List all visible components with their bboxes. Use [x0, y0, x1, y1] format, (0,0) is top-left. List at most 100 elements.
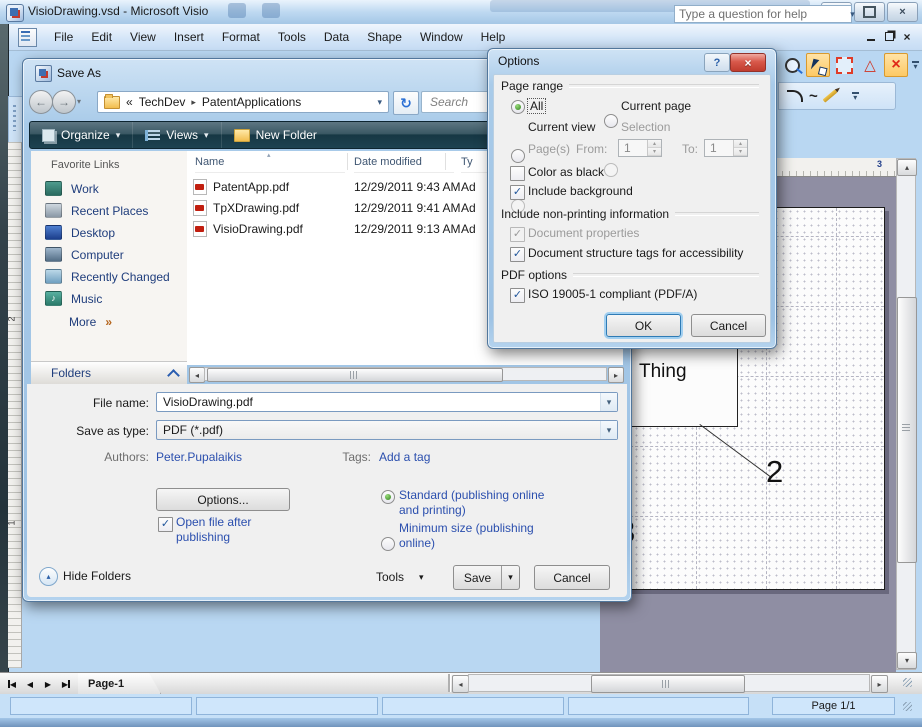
last-page-button[interactable]: ▶ [57, 675, 75, 693]
menu-window[interactable]: Window [411, 27, 472, 47]
cancel-button[interactable]: Cancel [534, 565, 610, 590]
include-background-checkbox[interactable]: ✓ [510, 185, 525, 200]
current-view-radio[interactable] [511, 149, 525, 163]
minimum-size-radio[interactable] [381, 537, 395, 551]
back-button[interactable]: ← [29, 90, 53, 114]
first-page-button[interactable]: ◀ [3, 675, 21, 693]
current-page-radio-label[interactable]: Current page [621, 99, 691, 113]
all-radio[interactable] [511, 100, 525, 114]
open-file-after-label[interactable]: Open file after publishing [176, 515, 288, 545]
hide-folders-button[interactable]: ▴ [39, 567, 58, 586]
open-file-after-checkbox[interactable]: ✓ [158, 517, 173, 532]
current-view-radio-label[interactable]: Current view [528, 120, 595, 134]
close-button[interactable]: × [887, 2, 918, 22]
refresh-button[interactable]: ↻ [393, 91, 419, 115]
sidebar-item-computer[interactable]: Computer [45, 247, 124, 262]
chevron-down-icon[interactable]: ▾ [600, 421, 617, 439]
hscroll-left-button[interactable]: ◂ [452, 675, 469, 693]
folders-expander[interactable]: Folders [31, 361, 187, 384]
breadcrumb-patentapplications[interactable]: PatentApplications [202, 95, 301, 109]
callout-number-2[interactable]: 2 [766, 456, 783, 487]
organize-button[interactable]: Organize ▾ [30, 122, 132, 148]
toolbar-overflow-button[interactable]: ▾ [910, 61, 921, 69]
menu-edit[interactable]: Edit [82, 27, 121, 47]
pencil-tool-icon[interactable] [822, 89, 837, 102]
menu-help[interactable]: Help [472, 27, 515, 47]
iso-compliant-checkbox[interactable]: ✓ [510, 288, 525, 303]
standard-radio-label[interactable]: Standard (publishing online and printing… [399, 488, 557, 518]
previous-page-button[interactable]: ◀ [21, 675, 39, 693]
sidebar-item-music[interactable]: ♪ Music [45, 291, 102, 306]
ok-button[interactable]: OK [606, 314, 681, 337]
toolbar-overflow-button[interactable]: ▾ [850, 92, 861, 100]
forward-button[interactable]: → [52, 90, 76, 114]
help-question-input[interactable]: Type a question for help [674, 5, 852, 23]
horizontal-scrollbar[interactable] [468, 674, 870, 692]
menu-file[interactable]: File [45, 27, 82, 47]
doc-minimize-button[interactable] [862, 29, 880, 44]
list-scroll-left-button[interactable]: ◂ [189, 367, 205, 383]
save-as-type-select[interactable]: PDF (*.pdf) ▾ [156, 420, 618, 440]
menu-format[interactable]: Format [213, 27, 269, 47]
sidebar-item-recent-places[interactable]: Recent Places [45, 203, 148, 218]
hide-folders-label[interactable]: Hide Folders [63, 569, 131, 583]
doc-close-button[interactable]: × [898, 29, 916, 44]
sidebar-item-work[interactable]: Work [45, 181, 99, 196]
minimum-size-radio-label[interactable]: Minimum size (publishing online) [399, 521, 557, 551]
vertical-scroll-thumb[interactable] [897, 297, 917, 563]
cancel-button[interactable]: Cancel [691, 314, 766, 337]
menu-tools[interactable]: Tools [269, 27, 315, 47]
scroll-up-button[interactable]: ▴ [897, 159, 917, 176]
chevron-down-icon[interactable]: ▾ [419, 572, 424, 583]
sidebar-more-link[interactable]: More » [69, 315, 112, 329]
document-structure-label[interactable]: Document structure tags for accessibilit… [528, 246, 743, 260]
chevron-down-icon[interactable]: ▾ [377, 97, 382, 108]
color-as-black-label[interactable]: Color as black [528, 165, 604, 179]
zoom-tool-button[interactable] [780, 53, 804, 77]
authors-value[interactable]: Peter.Pupalaikis [156, 450, 242, 464]
new-folder-button[interactable]: New Folder [221, 122, 329, 148]
list-scroll-thumb[interactable] [207, 368, 503, 382]
resize-grip[interactable] [903, 702, 912, 711]
page-tab[interactable]: Page-1 [78, 673, 161, 694]
resize-grip[interactable] [903, 678, 912, 687]
triangle-tool-button[interactable]: △ [858, 53, 882, 77]
column-header-name[interactable]: Name [195, 151, 345, 173]
file-name-input[interactable]: VisioDrawing.pdf ▾ [156, 392, 618, 412]
freeform-tool-icon[interactable]: ~ [809, 88, 816, 105]
views-button[interactable]: Views ▾ [132, 122, 220, 148]
recent-pages-dropdown[interactable]: ▾ [77, 97, 81, 106]
hscroll-right-button[interactable]: ▸ [871, 675, 888, 693]
options-button[interactable]: Options... [156, 488, 290, 511]
tools-menu[interactable]: Tools [376, 570, 404, 584]
iso-compliant-label[interactable]: ISO 19005-1 compliant (PDF/A) [528, 287, 697, 301]
next-page-button[interactable]: ▶ [39, 675, 57, 693]
horizontal-scroll-thumb[interactable] [591, 675, 745, 693]
include-background-label[interactable]: Include background [528, 184, 633, 198]
menu-view[interactable]: View [121, 27, 165, 47]
column-header-date-modified[interactable]: Date modified [354, 151, 454, 173]
selection-net-button[interactable] [832, 53, 856, 77]
breadcrumb-techdev[interactable]: TechDev [139, 95, 186, 109]
column-divider[interactable] [445, 153, 446, 170]
sidebar-item-recently-changed[interactable]: Recently Changed [45, 269, 170, 284]
document-structure-checkbox[interactable]: ✓ [510, 247, 525, 262]
menu-data[interactable]: Data [315, 27, 358, 47]
dialog-help-button[interactable]: ? [704, 53, 730, 72]
breadcrumb-prefix[interactable]: « [126, 95, 133, 109]
list-scroll-right-button[interactable]: ▸ [608, 367, 624, 383]
save-button[interactable]: Save ▾ [453, 565, 520, 590]
sidebar-item-desktop[interactable]: Desktop [45, 225, 115, 240]
standard-radio[interactable] [381, 490, 395, 504]
menu-insert[interactable]: Insert [165, 27, 213, 47]
doc-restore-button[interactable] [880, 29, 898, 44]
delete-tool-button[interactable]: × [884, 53, 908, 77]
page-indicator[interactable]: Page 1/1 [772, 697, 895, 715]
address-breadcrumb[interactable]: « TechDev ▸ PatentApplications ▾ [97, 91, 389, 113]
panel-grip[interactable] [8, 96, 23, 144]
menu-shape[interactable]: Shape [358, 27, 411, 47]
dialog-close-button[interactable]: × [730, 53, 766, 72]
vertical-scrollbar[interactable]: ▴ ▾ [896, 158, 916, 670]
tags-add-link[interactable]: Add a tag [379, 450, 430, 464]
pointer-tool-button[interactable] [806, 53, 830, 77]
